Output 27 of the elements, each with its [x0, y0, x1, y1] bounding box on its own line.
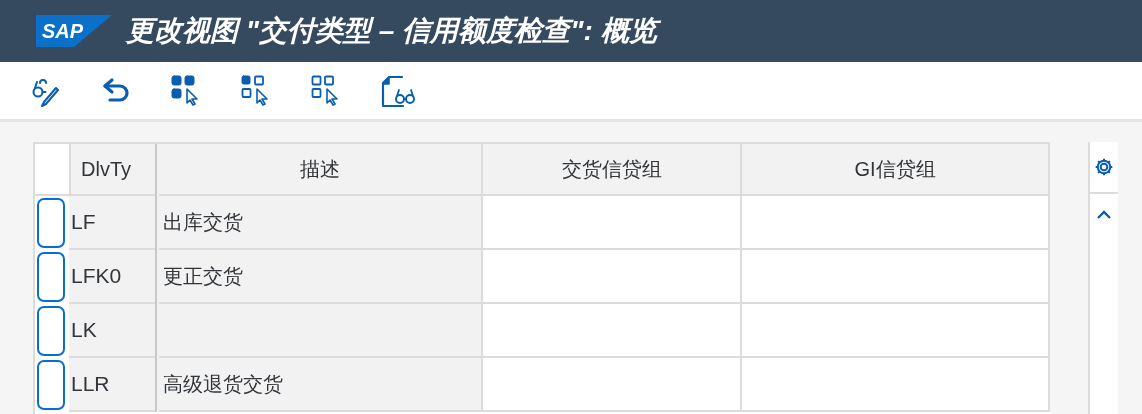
column-header: DlvTy	[69, 144, 155, 196]
table-cell: LFK0	[69, 250, 155, 304]
input-field[interactable]	[742, 358, 1050, 412]
table-cell: LLR	[69, 358, 155, 412]
scroll-up-icon[interactable]	[1097, 209, 1111, 219]
table-cell: 出库交货	[159, 196, 483, 250]
row-selector[interactable]	[37, 360, 65, 410]
row-selector[interactable]	[37, 306, 65, 356]
settings-icon[interactable]	[1094, 157, 1114, 177]
input-field[interactable]	[483, 250, 742, 304]
column-header: 描述	[159, 144, 483, 196]
input-field[interactable]	[742, 250, 1050, 304]
input-field[interactable]	[483, 304, 742, 358]
table-cell: 更正交货	[159, 250, 483, 304]
input-field[interactable]	[742, 304, 1050, 358]
table-cell: LK	[69, 304, 155, 358]
column-header: 交货信贷组	[483, 144, 742, 196]
document-glasses-icon[interactable]	[380, 73, 416, 108]
input-field[interactable]	[483, 358, 742, 412]
table-cell: LF	[69, 196, 155, 250]
sap-logo: SAP	[36, 15, 112, 47]
table-cell: 高级退货交货	[159, 358, 483, 412]
row-selector[interactable]	[37, 252, 65, 302]
row-selector[interactable]	[37, 198, 65, 248]
input-field[interactable]	[742, 196, 1050, 250]
input-field[interactable]	[483, 196, 742, 250]
column-header: GI信贷组	[742, 144, 1050, 196]
